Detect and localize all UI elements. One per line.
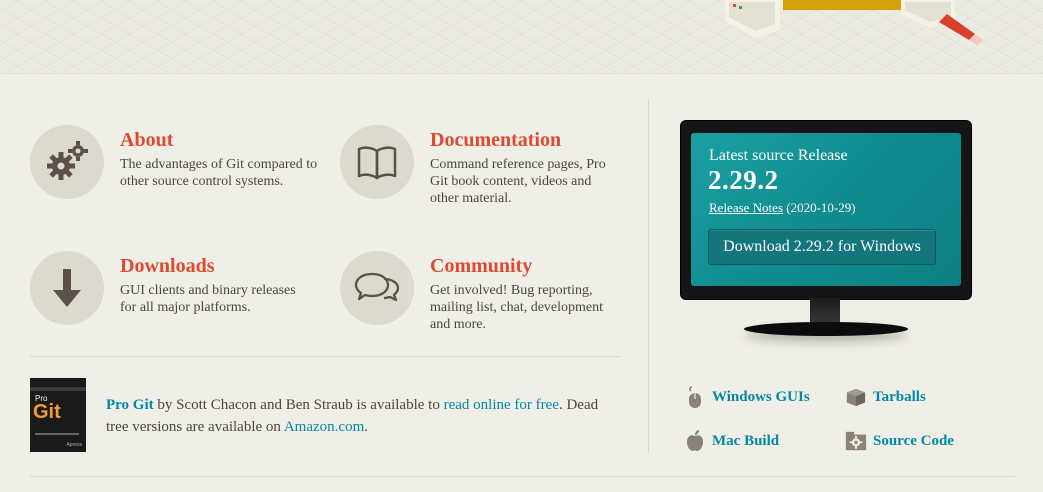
mouse-icon: [684, 386, 706, 408]
read-online-link[interactable]: read online for free: [444, 397, 559, 413]
feature-downloads-description: GUI clients and binary releases for all …: [120, 283, 296, 315]
source-gear-icon: [845, 430, 867, 452]
book-icon: [340, 125, 414, 199]
release-monitor: Latest source Release 2.29.2 Release Not…: [674, 112, 976, 362]
feature-about-title[interactable]: About: [120, 129, 173, 152]
windows-guis-link[interactable]: Windows GUIs: [684, 386, 810, 408]
release-date: (2020-10-29): [783, 200, 856, 215]
feature-community-title[interactable]: Community: [430, 255, 532, 278]
source-code-link[interactable]: Source Code: [845, 430, 954, 452]
pro-git-link[interactable]: Pro Git: [106, 397, 154, 413]
box-icon: [845, 386, 867, 408]
section-divider: [30, 356, 620, 357]
hero-illustration: [725, 0, 983, 45]
feature-downloads: Downloads GUI clients and binary release…: [30, 251, 330, 331]
book-cover-git: Git: [33, 401, 61, 423]
windows-guis-label: Windows GUIs: [712, 388, 810, 405]
download-arrow-icon: [30, 251, 104, 325]
feature-community-description: Get involved! Bug reporting, mailing lis…: [430, 283, 604, 332]
hero-banner: [0, 0, 1043, 74]
pro-git-book-cover[interactable]: Pro Git Apress: [30, 378, 86, 452]
source-code-label: Source Code: [873, 432, 954, 449]
feature-about: About The advantages of Git compared to …: [30, 125, 330, 205]
mac-build-link[interactable]: Mac Build: [684, 430, 779, 452]
pro-git-text-1: by Scott Chacon and Ben Straub is availa…: [153, 397, 444, 413]
mac-build-label: Mac Build: [712, 432, 780, 449]
tarballs-label: Tarballs: [873, 388, 926, 405]
amazon-link[interactable]: Amazon.com: [284, 419, 364, 435]
release-version: 2.29.2: [708, 165, 779, 195]
monitor-base: [744, 322, 908, 336]
column-divider: [648, 100, 649, 452]
download-windows-button[interactable]: Download 2.29.2 for Windows: [708, 229, 936, 265]
feature-documentation-description: Command reference pages, Pro Git book co…: [430, 157, 606, 206]
tarballs-link[interactable]: Tarballs: [845, 386, 926, 408]
pro-git-text-3: .: [364, 419, 368, 435]
monitor-screen: Latest source Release 2.29.2 Release Not…: [691, 133, 961, 286]
footer-divider: [30, 476, 1015, 477]
gears-icon: [30, 125, 104, 199]
release-notes-link[interactable]: Release Notes: [709, 200, 783, 215]
pro-git-promo: Pro Git by Scott Chacon and Ben Straub i…: [106, 394, 621, 438]
feature-documentation-title[interactable]: Documentation: [430, 129, 561, 152]
release-notes-line: Release Notes (2020-10-29): [709, 200, 856, 216]
release-label: Latest source Release: [709, 147, 848, 164]
feature-documentation: Documentation Command reference pages, P…: [340, 125, 640, 215]
feature-about-description: The advantages of Git compared to other …: [120, 157, 318, 189]
feature-community: Community Get involved! Bug reporting, m…: [340, 251, 640, 341]
feature-downloads-title[interactable]: Downloads: [120, 255, 214, 278]
apple-icon: [684, 430, 706, 452]
chat-bubbles-icon: [340, 251, 414, 325]
